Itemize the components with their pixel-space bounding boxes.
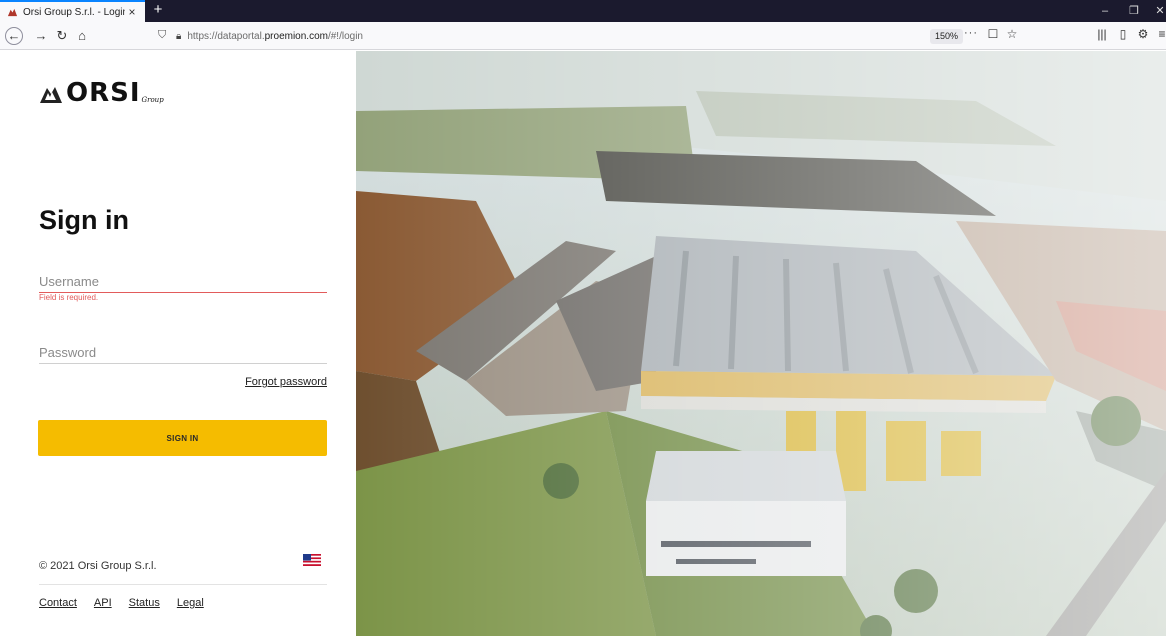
close-window-button[interactable]: ✕	[1150, 2, 1166, 20]
page-title: Sign in	[39, 205, 129, 235]
brand-suffix: Group	[141, 96, 164, 104]
login-panel: ORSI Group Sign in Field is required. Fo…	[0, 51, 356, 636]
password-underline	[39, 362, 327, 364]
star-icon[interactable]: ☆	[1004, 27, 1020, 41]
aerial-factory-illustration	[356, 51, 1166, 636]
forward-icon[interactable]: →	[31, 26, 51, 46]
library-icon[interactable]: |||	[1094, 27, 1110, 41]
shield-icon[interactable]: ⛉	[158, 29, 166, 42]
username-input[interactable]	[39, 273, 327, 292]
footer-link-contact[interactable]: Contact	[39, 597, 77, 609]
footer-link-api[interactable]: API	[94, 597, 112, 609]
footer-links: Contact API Status Legal	[39, 597, 204, 609]
sign-in-button[interactable]: SIGN IN	[38, 420, 327, 456]
browser-navbar: ← → ↻ ⌂ ⛉ 🔒︎ https://dataportal.proemion…	[0, 22, 1166, 50]
orsi-logo-icon	[40, 87, 62, 103]
us-flag-icon[interactable]	[303, 554, 321, 566]
home-icon[interactable]: ⌂	[72, 26, 92, 46]
zoom-indicator[interactable]: 150%	[930, 29, 964, 44]
browser-tab[interactable]: Orsi Group S.r.l. - Login ×	[0, 0, 145, 22]
menu-icon[interactable]: ≡	[1154, 27, 1166, 41]
extension-icon[interactable]: ⚙	[1135, 27, 1151, 41]
url-bar[interactable]: ⛉ 🔒︎ https://dataportal.proemion.com/#!/…	[158, 26, 1018, 46]
forgot-password-link[interactable]: Forgot password	[200, 376, 327, 388]
url-text: https://dataportal.proemion.com/#!/login	[187, 30, 363, 42]
sidebar-icon[interactable]: ▯	[1115, 27, 1131, 41]
username-field	[39, 273, 327, 293]
footer-link-legal[interactable]: Legal	[177, 597, 204, 609]
reload-icon[interactable]: ↻	[52, 26, 72, 46]
copyright-text: © 2021 Orsi Group S.r.l.	[39, 560, 157, 572]
browser-tabstrip: Orsi Group S.r.l. - Login × + – ❐ ✕	[0, 0, 1166, 22]
footer-divider	[39, 584, 327, 585]
plus-icon[interactable]: +	[149, 1, 167, 19]
page-actions-menu[interactable]: ···	[964, 27, 978, 39]
orsi-favicon-icon	[7, 8, 18, 16]
hero-image	[356, 51, 1166, 636]
username-error: Field is required.	[39, 293, 99, 302]
tab-title: Orsi Group S.r.l. - Login	[23, 6, 125, 18]
minimize-button[interactable]: –	[1095, 2, 1115, 20]
brand-name: ORSI	[66, 78, 141, 108]
pocket-icon[interactable]: ☐	[985, 27, 1001, 41]
lock-icon[interactable]: 🔒︎	[176, 31, 181, 42]
password-input[interactable]	[39, 344, 327, 363]
password-field	[39, 344, 327, 364]
orsi-logo: ORSI Group	[39, 78, 164, 108]
restore-button[interactable]: ❐	[1124, 2, 1144, 20]
login-page: ORSI Group Sign in Field is required. Fo…	[0, 51, 1166, 636]
footer-link-status[interactable]: Status	[129, 597, 160, 609]
back-icon[interactable]: ←	[5, 27, 23, 45]
close-icon[interactable]: ×	[125, 5, 139, 19]
